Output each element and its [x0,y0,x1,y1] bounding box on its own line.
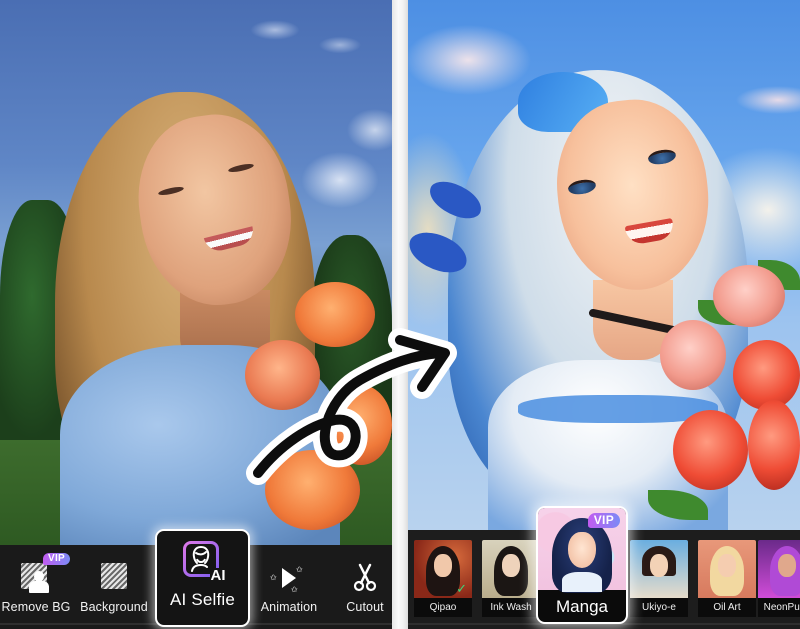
remove-bg-button[interactable]: VIP Remove BG [1,545,71,629]
original-photo [0,0,392,545]
rose [713,265,785,327]
style-manga[interactable]: VIP Manga [536,506,628,624]
tool-label: AI Selfie [169,590,236,609]
svg-text:✩: ✩ [270,573,277,582]
background-button[interactable]: Background [78,545,150,629]
tool-label: Animation [260,600,318,614]
play-sparkle-icon: ✩ ✩ ✩ [269,563,309,594]
style-label: Qipao [414,598,472,617]
panel-divider [392,0,408,629]
rose [673,410,748,490]
style-ukiyo-e[interactable]: Ukiyo-e [630,540,688,619]
scissors-icon [350,563,380,592]
rose [660,320,726,390]
ai-selfie-button[interactable]: AI AI Selfie [155,529,250,627]
style-thumbnail: ✓ [414,540,472,598]
remove-bg-icon: VIP [21,553,71,593]
vip-badge: VIP [587,513,620,528]
rose [733,340,800,410]
rose [330,385,392,465]
svg-text:✩: ✩ [296,565,303,574]
animation-button[interactable]: ✩ ✩ ✩ Animation [256,545,322,629]
tool-label: Background [80,600,148,614]
style-label: Ink Wash [482,598,540,617]
style-label: Oil Art [698,598,756,617]
vip-badge: VIP [43,553,71,565]
style-thumbnail [482,540,540,598]
svg-text:✩: ✩ [291,585,298,593]
tool-label: Cutout [346,600,384,614]
style-label: Manga [556,597,608,616]
rose [245,340,320,410]
after-panel: ✓ Qipao Ink Wash Ukiyo-e Oil Art NeonPu … [408,0,800,629]
ai-icon-text: AI [209,567,227,584]
style-thumbnail [630,540,688,598]
manga-result-image [408,0,800,530]
style-neonpunk[interactable]: NeonPunk [758,540,800,619]
tool-label: Remove BG [1,600,71,614]
before-panel: VIP Remove BG Background ✩ ✩ ✩ Animation [0,0,392,629]
check-icon: ✓ [456,581,467,596]
style-thumbnail [758,540,800,598]
style-thumbnail [698,540,756,598]
ai-selfie-icon: AI [183,541,227,583]
style-qipao[interactable]: ✓ Qipao [414,540,472,619]
style-label: Ukiyo-e [630,598,688,617]
rose [748,400,800,490]
rose [295,282,375,347]
background-hatch-icon [99,563,129,591]
rose [265,450,360,530]
style-label: NeonPunk [758,598,800,617]
style-oil-art[interactable]: Oil Art [698,540,756,619]
style-ink-wash[interactable]: Ink Wash [482,540,540,619]
cutout-button[interactable]: Cutout [338,545,392,629]
